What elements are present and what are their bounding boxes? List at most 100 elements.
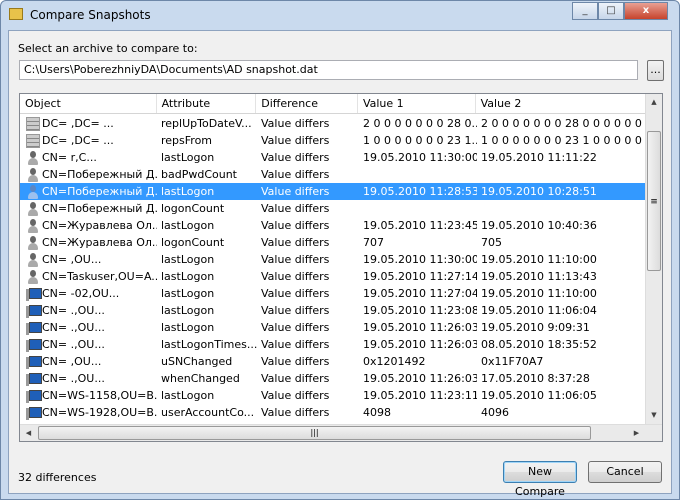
browse-button[interactable]: ... <box>647 60 664 81</box>
cell-attribute: badPwdCount <box>161 168 237 181</box>
cell-attribute: lastLogon <box>161 185 215 198</box>
table-row[interactable]: CN=WS-1158,OU=B... lastLogon Value diffe… <box>20 387 645 404</box>
column-header-difference[interactable]: Difference <box>256 94 358 113</box>
close-button[interactable]: x <box>624 2 668 20</box>
vertical-scrollbar[interactable]: ▲ ≡ ▼ <box>645 94 662 424</box>
cancel-button[interactable]: Cancel <box>588 461 662 483</box>
object-name: CN= r,C... <box>42 151 97 164</box>
cell-object: DC= ,DC= ... <box>20 132 157 149</box>
object-name: CN= .,OU... <box>42 338 105 351</box>
table-row[interactable]: CN= r,C... lastLogon Value differs 19.05… <box>20 149 645 166</box>
scroll-left-icon[interactable]: ◀ <box>20 425 37 441</box>
column-header-attribute[interactable]: Attribute <box>157 94 257 113</box>
cell-attribute: lastLogon <box>161 389 215 402</box>
object-name: DC= ,DC= ... <box>42 117 114 130</box>
cell-value1: 19.05.2010 11:26:03 <box>363 372 477 385</box>
user-icon <box>26 252 40 267</box>
cell-object: CN= .,OU... <box>20 336 157 353</box>
table-row[interactable]: CN= ,OU... lastLogon Value differs 19.05… <box>20 251 645 268</box>
cell-attribute: lastLogon <box>161 151 215 164</box>
cell-value1: 2 0 0 0 0 0 0 0 28 0... <box>363 117 477 130</box>
table-row[interactable]: DC= ,DC= ... replUpToDateV... Value diff… <box>20 115 645 132</box>
object-name: CN=Побережный Д... <box>42 185 157 198</box>
object-name: CN=Taskuser,OU=A... <box>42 270 157 283</box>
object-name: DC= ,DC= ... <box>42 134 114 147</box>
cell-value1 <box>359 200 477 217</box>
user-icon <box>26 167 40 182</box>
cell-object: CN= ,OU... <box>20 251 157 268</box>
object-name: CN=Журавлева Ол... <box>42 219 157 232</box>
object-name: CN=WS-1928,OU=B... <box>42 406 157 419</box>
maximize-button[interactable]: □ <box>598 2 624 20</box>
new-compare-button[interactable]: New Compare <box>503 461 577 498</box>
cell-value2: 705 <box>481 236 502 249</box>
object-name: CN= .,OU... <box>42 304 105 317</box>
cell-value1: 19.05.2010 11:23:08 <box>363 304 477 317</box>
computer-icon <box>26 406 42 420</box>
computer-icon <box>26 338 42 352</box>
table-row[interactable]: CN= .,OU... lastLogonTimes... Value diff… <box>20 336 645 353</box>
scroll-down-icon[interactable]: ▼ <box>646 407 662 424</box>
table-row[interactable]: CN=WS-1928,OU=B... userAccountCo... Valu… <box>20 404 645 421</box>
cell-value2: 19.05.2010 11:10:00 <box>481 253 597 266</box>
cell-object: CN= .,OU... <box>20 370 157 387</box>
scroll-right-icon[interactable]: ▶ <box>628 425 645 441</box>
computer-icon <box>26 287 42 301</box>
cell-value1: 19.05.2010 11:28:53 <box>363 185 477 198</box>
object-name: CN=Побережный Д... <box>42 202 157 215</box>
cell-attribute: logonCount <box>161 236 225 249</box>
archive-path-input[interactable]: C:\Users\PoberezhniyDA\Documents\AD snap… <box>19 60 638 80</box>
cell-value2 <box>477 166 645 183</box>
user-icon <box>26 218 40 233</box>
cell-value2: 1 0 0 0 0 0 0 0 23 1 0 0 0 0 0 0 0 46 <box>481 134 645 147</box>
cell-object: CN=Побережный Д... <box>20 183 157 200</box>
minimize-button[interactable]: _ <box>572 2 598 20</box>
cell-attribute: lastLogon <box>161 219 215 232</box>
column-header-value1[interactable]: Value 1 <box>358 94 476 113</box>
table-row[interactable]: CN=Побережный Д... lastLogon Value diffe… <box>20 183 645 200</box>
table-row[interactable]: CN= -02,OU... lastLogon Value differs 19… <box>20 285 645 302</box>
horizontal-scroll-thumb[interactable]: ||| <box>38 426 591 440</box>
table-row[interactable]: DC= ,DC= ... repsFrom Value differs 1 0 … <box>20 132 645 149</box>
table-row[interactable]: CN= .,OU... whenChanged Value differs 19… <box>20 370 645 387</box>
cell-value2: 19.05.2010 10:28:51 <box>481 185 597 198</box>
cell-value1: 19.05.2010 11:23:45 <box>363 219 477 232</box>
cell-value1: 1 0 0 0 0 0 0 0 23 1... <box>363 134 477 147</box>
cell-value2: 19.05.2010 11:13:43 <box>481 270 597 283</box>
table-row[interactable]: CN=Побережный Д... badPwdCount Value dif… <box>20 166 645 183</box>
column-header-object[interactable]: Object <box>20 94 157 113</box>
cell-object: DC= ,DC= ... <box>20 115 157 132</box>
cell-attribute: lastLogon <box>161 304 215 317</box>
cell-object: CN= ,OU... <box>20 353 157 370</box>
cell-attribute: lastLogonTimes... <box>161 338 257 351</box>
cell-attribute: logonCount <box>161 202 225 215</box>
cell-value2: 19.05.2010 10:40:36 <box>481 219 597 232</box>
table-row[interactable]: CN= ,OU... uSNChanged Value differs 0x12… <box>20 353 645 370</box>
cell-attribute: repsFrom <box>161 134 213 147</box>
cell-object: CN=WS-1928,OU=B... <box>20 404 157 421</box>
cell-difference: Value differs <box>261 338 330 351</box>
cell-object: CN=WS-1158,OU=B... <box>20 387 157 404</box>
table-row[interactable]: CN=Журавлева Ол... logonCount Value diff… <box>20 234 645 251</box>
cell-object: CN=Побережный Д... <box>20 200 157 217</box>
table-row[interactable]: CN=Журавлева Ол... lastLogon Value diffe… <box>20 217 645 234</box>
list-header: Object Attribute Difference Value 1 Valu… <box>20 94 661 114</box>
cell-object: CN= .,OU... <box>20 302 157 319</box>
user-icon <box>26 184 40 199</box>
computer-icon <box>26 321 42 335</box>
table-row[interactable]: CN= .,OU... lastLogon Value differs 19.0… <box>20 319 645 336</box>
cell-value1: 4098 <box>363 406 391 419</box>
cell-difference: Value differs <box>261 185 330 198</box>
cell-value2: 19.05.2010 11:11:22 <box>481 151 597 164</box>
scroll-up-icon[interactable]: ▲ <box>646 94 662 111</box>
table-row[interactable]: CN=Taskuser,OU=A... lastLogon Value diff… <box>20 268 645 285</box>
vertical-scroll-thumb[interactable]: ≡ <box>647 131 661 271</box>
differences-list[interactable]: Object Attribute Difference Value 1 Valu… <box>19 93 663 442</box>
cell-difference: Value differs <box>261 151 330 164</box>
column-header-value2[interactable]: Value 2 <box>476 94 661 113</box>
horizontal-scrollbar[interactable]: ◀ ||| ▶ <box>20 424 662 441</box>
cell-object: CN= -02,OU... <box>20 285 157 302</box>
table-row[interactable]: CN= .,OU... lastLogon Value differs 19.0… <box>20 302 645 319</box>
object-name: CN= ,OU... <box>42 355 102 368</box>
table-row[interactable]: CN=Побережный Д... logonCount Value diff… <box>20 200 645 217</box>
